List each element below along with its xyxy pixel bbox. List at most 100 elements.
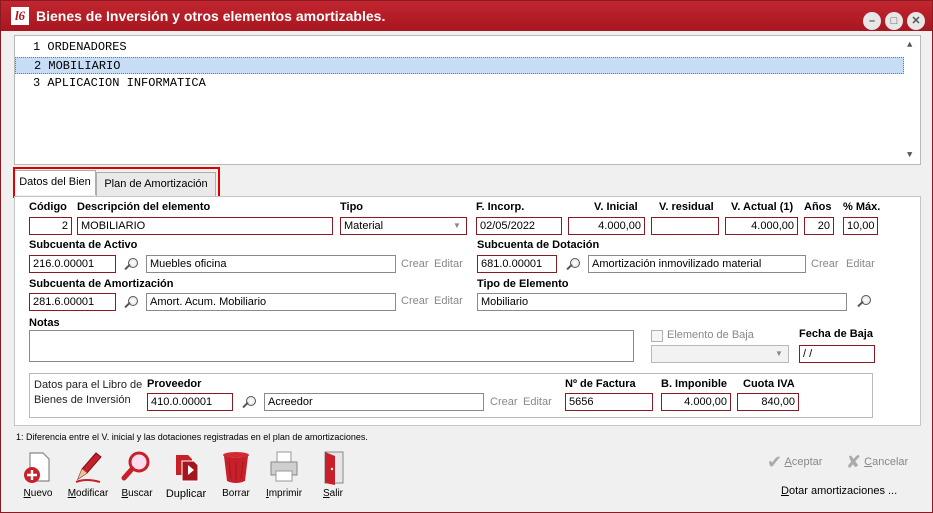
search-icon[interactable] bbox=[123, 257, 139, 273]
aceptar-button[interactable]: ✔ Aceptar bbox=[767, 452, 822, 473]
subcuenta-amortizacion-label: Subcuenta de Amortización bbox=[29, 278, 174, 290]
subcuenta-amortizacion-desc[interactable]: Amort. Acum. Mobiliario bbox=[146, 293, 396, 311]
list-item[interactable]: 1 ORDENADORES bbox=[15, 39, 904, 56]
list-item-selected[interactable]: 2 MOBILIARIO bbox=[15, 57, 904, 74]
trash-icon bbox=[223, 452, 249, 483]
anos-field[interactable]: 20 bbox=[804, 217, 834, 235]
aceptar-label: Aceptar bbox=[784, 456, 823, 468]
notas-label: Notas bbox=[29, 317, 60, 329]
assets-list[interactable]: 1 ORDENADORES 2 MOBILIARIO 3 APLICACION … bbox=[14, 35, 921, 165]
list-scrollbar[interactable]: ▲ ▼ bbox=[903, 36, 920, 164]
factura-label: Nº de Factura bbox=[565, 378, 636, 390]
maximize-icon[interactable]: □ bbox=[885, 12, 903, 30]
cancelar-label: Cancelar bbox=[864, 456, 909, 468]
window-title: Bienes de Inversión y otros elementos am… bbox=[36, 8, 386, 24]
scroll-down-icon[interactable]: ▼ bbox=[907, 150, 912, 160]
magnifier-icon bbox=[121, 451, 150, 481]
subcuenta-amortizacion-field[interactable]: 281.6.00001 bbox=[29, 293, 116, 311]
subcuenta-activo-field[interactable]: 216.0.00001 bbox=[29, 255, 116, 273]
fecha-baja-label: Fecha de Baja bbox=[799, 328, 873, 340]
pen-icon bbox=[75, 452, 102, 483]
baja-motivo-select[interactable]: ▼ bbox=[651, 345, 789, 363]
search-icon[interactable] bbox=[856, 294, 872, 310]
list-item-name: ORDENADORES bbox=[47, 40, 127, 54]
footnote: 1: Diferencia entre el V. inicial y las … bbox=[16, 432, 368, 442]
vresidual-field[interactable] bbox=[651, 217, 719, 235]
editar-link[interactable]: Editar bbox=[434, 258, 463, 270]
descripcion-label: Descripción del elemento bbox=[77, 201, 211, 213]
factura-field[interactable]: 5656 bbox=[565, 393, 653, 411]
tipo-select[interactable]: Material ▼ bbox=[340, 217, 467, 235]
codigo-field[interactable]: 2 bbox=[29, 217, 72, 235]
proveedor-field[interactable]: 410.0.00001 bbox=[147, 393, 233, 411]
minimize-icon[interactable]: – bbox=[863, 12, 881, 30]
cuota-iva-field[interactable]: 840,00 bbox=[737, 393, 799, 411]
title-bar: l6 Bienes de Inversión y otros elementos… bbox=[1, 1, 932, 31]
duplicar-label: Duplicar bbox=[165, 488, 207, 500]
vresidual-label: V. residual bbox=[659, 201, 714, 213]
crear-link[interactable]: Crear bbox=[811, 258, 839, 270]
chevron-down-icon[interactable]: ▼ bbox=[449, 219, 465, 233]
base-imponible-field[interactable]: 4.000,00 bbox=[661, 393, 731, 411]
codigo-label: Código bbox=[29, 201, 67, 213]
vinicial-label: V. Inicial bbox=[594, 201, 638, 213]
crear-link[interactable]: Crear bbox=[401, 295, 429, 307]
pmax-label: % Máx. bbox=[843, 201, 881, 213]
modificar-label: Modificar bbox=[67, 488, 109, 499]
editar-link[interactable]: Editar bbox=[523, 396, 552, 408]
nuevo-label: Nuevo bbox=[23, 488, 53, 499]
subcuenta-dotacion-label: Subcuenta de Dotación bbox=[477, 239, 600, 251]
subcuenta-activo-label: Subcuenta de Activo bbox=[29, 239, 138, 251]
cancel-x-icon: ✘ bbox=[846, 452, 862, 472]
libro-group-label-2: Bienes de Inversión bbox=[34, 394, 131, 406]
crear-link[interactable]: Crear bbox=[490, 396, 518, 408]
subcuenta-dotacion-field[interactable]: 681.0.00001 bbox=[477, 255, 557, 273]
list-item-name: MOBILIARIO bbox=[48, 59, 121, 73]
duplicate-icon bbox=[176, 455, 199, 482]
subcuenta-dotacion-desc[interactable]: Amortización inmovilizado material bbox=[588, 255, 806, 273]
salir-label: Salir bbox=[322, 488, 343, 499]
imprimir-label: Imprimir bbox=[265, 488, 303, 499]
tipo-elemento-field[interactable]: Mobiliario bbox=[477, 293, 847, 311]
search-icon[interactable] bbox=[565, 257, 581, 273]
window: l6 Bienes de Inversión y otros elementos… bbox=[0, 0, 933, 513]
new-document-icon bbox=[24, 452, 50, 483]
chevron-down-icon[interactable]: ▼ bbox=[771, 347, 787, 361]
tipo-value: Material bbox=[344, 220, 384, 232]
check-icon: ✔ bbox=[767, 452, 783, 472]
elemento-baja-label: Elemento de Baja bbox=[667, 329, 754, 341]
list-item-number: 2 bbox=[34, 59, 42, 73]
tipo-label: Tipo bbox=[340, 201, 364, 213]
base-imponible-label: B. Imponible bbox=[661, 378, 727, 390]
printer-icon bbox=[270, 451, 298, 482]
search-icon[interactable] bbox=[123, 295, 139, 311]
cuota-iva-label: Cuota IVA bbox=[743, 378, 795, 390]
descripcion-field[interactable]: MOBILIARIO bbox=[77, 217, 333, 235]
vactual-field[interactable]: 4.000,00 bbox=[725, 217, 798, 235]
tab-highlight-box bbox=[13, 167, 220, 198]
list-item-name: APLICACION INFORMATICA bbox=[47, 76, 206, 90]
list-item[interactable]: 3 APLICACION INFORMATICA bbox=[15, 75, 904, 92]
fincorp-label: F. Incorp. bbox=[476, 201, 525, 213]
anos-label: Años bbox=[804, 201, 832, 213]
close-icon[interactable]: ✕ bbox=[907, 12, 925, 30]
notas-field[interactable] bbox=[29, 330, 634, 362]
fecha-baja-field[interactable]: / / bbox=[799, 345, 875, 363]
pmax-field[interactable]: 10,00 bbox=[843, 217, 878, 235]
editar-link[interactable]: Editar bbox=[434, 295, 463, 307]
buscar-label: Buscar bbox=[121, 488, 153, 499]
search-icon[interactable] bbox=[241, 395, 257, 411]
crear-link[interactable]: Crear bbox=[401, 258, 429, 270]
elemento-baja-checkbox[interactable] bbox=[651, 330, 663, 342]
editar-link[interactable]: Editar bbox=[846, 258, 875, 270]
tipo-elemento-label: Tipo de Elemento bbox=[477, 278, 569, 290]
libro-group-label-1: Datos para el Libro de bbox=[34, 379, 143, 391]
scroll-up-icon[interactable]: ▲ bbox=[907, 40, 912, 50]
cancelar-button[interactable]: ✘ Cancelar bbox=[846, 452, 908, 473]
fincorp-field[interactable]: 02/05/2022 bbox=[476, 217, 562, 235]
vinicial-field[interactable]: 4.000,00 bbox=[568, 217, 645, 235]
subcuenta-activo-desc[interactable]: Muebles oficina bbox=[146, 255, 396, 273]
proveedor-desc[interactable]: Acreedor bbox=[264, 393, 484, 411]
list-item-number: 3 bbox=[33, 76, 41, 90]
dotar-amortizaciones-button[interactable]: Dotar amortizaciones ... bbox=[781, 485, 897, 497]
